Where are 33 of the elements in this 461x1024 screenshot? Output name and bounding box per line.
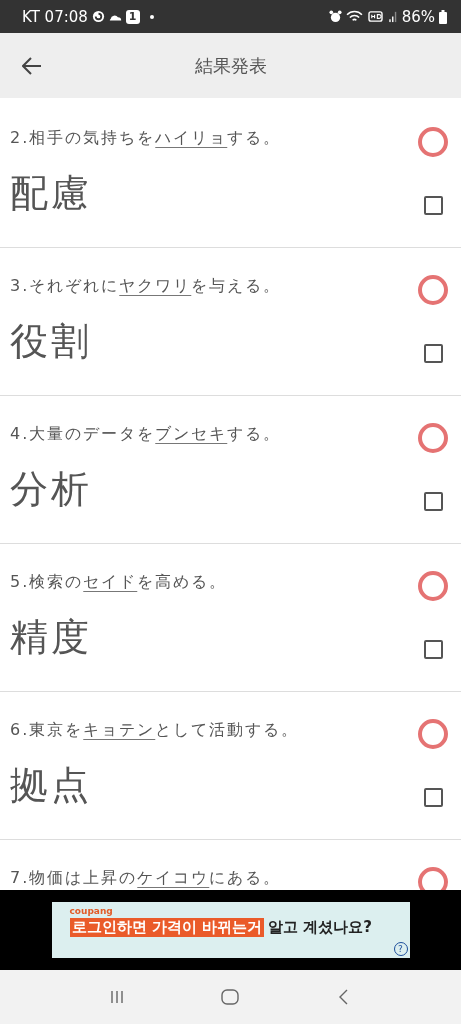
ad-banner[interactable]: coupang 로그인하면 가격이 바뀌는거 알고 계셨나요? ? (51, 902, 410, 958)
question-text: 2.相手の気持ちをハイリョ する。 (10, 127, 282, 149)
alarm-icon (328, 10, 342, 23)
status-time: KT 07:08 (22, 7, 88, 26)
question-text: 3.それぞれに ヤクワリ を与える。 (10, 275, 282, 297)
answer-text: 配慮 (10, 170, 92, 217)
signal-icon (387, 10, 398, 23)
answer-text: 精度 (10, 614, 92, 661)
page-title: 結果発表 (193, 53, 268, 78)
home-icon[interactable] (221, 989, 240, 1005)
answer-text: 拠点 (10, 762, 92, 809)
checkbox[interactable] (424, 492, 443, 511)
battery-icon (439, 9, 447, 24)
checkbox[interactable] (424, 344, 443, 363)
ad-logo: coupang (69, 906, 113, 916)
ad-text: 알고 계셨나요? (267, 918, 372, 937)
question-text: 7.物価は上昇のケイコウ にある。 (10, 867, 282, 889)
wifi-icon (345, 10, 363, 23)
answer-text: 役割 (10, 318, 92, 365)
checkbox[interactable] (424, 640, 443, 659)
notification-badge: 1 (125, 9, 140, 24)
ad-highlight-text: 로그인하면 가격이 바뀌는거 (69, 918, 264, 937)
checkbox[interactable] (424, 196, 443, 215)
answer-text: 分析 (10, 466, 92, 513)
hd-icon (366, 10, 384, 23)
checkbox[interactable] (424, 788, 443, 807)
sync-icon (91, 10, 105, 23)
dot-icon (149, 14, 154, 19)
back-icon[interactable] (22, 56, 42, 75)
battery-percent: 86% (401, 7, 435, 26)
question-text: 4.大量のデータを ブンセキする。 (10, 423, 282, 445)
question-text: 5.検索のセイド を高める。 (10, 571, 228, 593)
question-text: 6.東京を キョテン として活動する。 (10, 719, 300, 741)
